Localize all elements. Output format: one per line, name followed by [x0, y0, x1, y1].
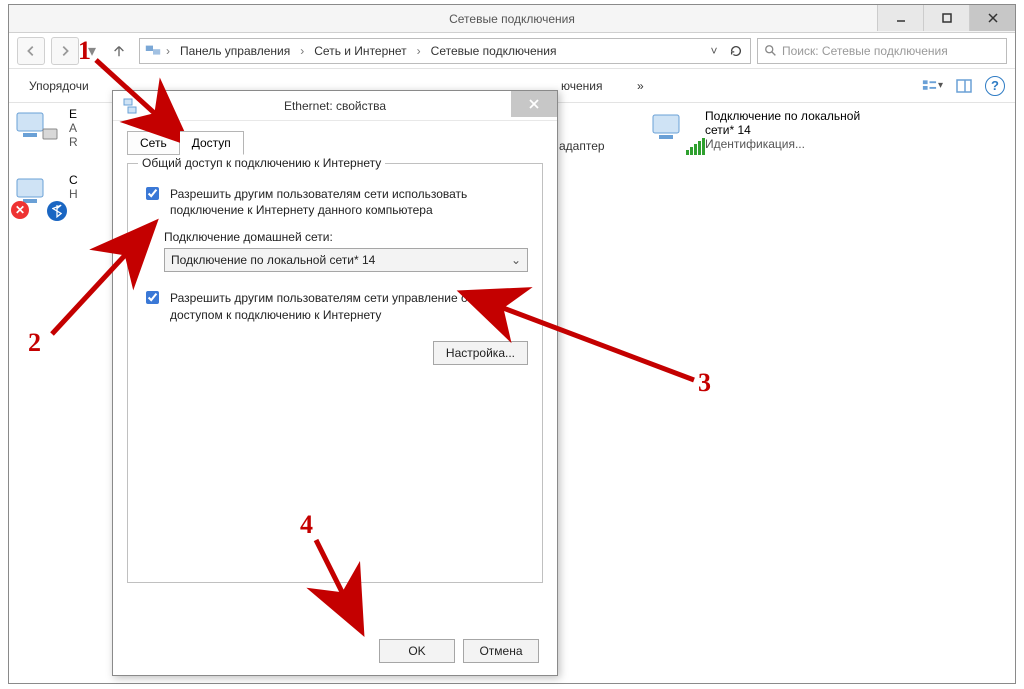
ics-group-legend: Общий доступ к подключению к Интернету — [138, 156, 385, 170]
dialog-tabs: Сеть Доступ — [127, 131, 543, 155]
annotation-number-3: 3 — [698, 368, 711, 398]
breadcrumb-network-connections[interactable]: Сетевые подключения — [425, 44, 563, 58]
allow-control-checkbox[interactable] — [146, 291, 159, 304]
bt-sub-fragment: Н — [69, 187, 78, 201]
breadcrumb-sep-icon: › — [300, 44, 304, 58]
allow-share-checkbox-row[interactable]: Разрешить другим пользователям сети испо… — [142, 186, 528, 218]
breadcrumb-sep-icon: › — [417, 44, 421, 58]
view-options-button[interactable]: ▾ — [921, 75, 943, 97]
bluetooth-connection-icon: ✕ — [13, 173, 61, 213]
wifi-connection-icon — [649, 109, 697, 149]
dialog-title: Ethernet: свойства — [284, 99, 386, 113]
ics-groupbox: Общий доступ к подключению к Интернету Р… — [127, 163, 543, 583]
bt-name-fragment: С — [69, 173, 78, 187]
dialog-titlebar: Ethernet: свойства — [113, 91, 557, 121]
dialog-app-icon — [121, 97, 139, 115]
ethernet-sub1-fragment: А — [69, 121, 78, 135]
allow-share-checkbox[interactable] — [146, 187, 159, 200]
nav-up-button[interactable] — [105, 37, 133, 65]
cancel-button[interactable]: Отмена — [463, 639, 539, 663]
window-controls — [877, 5, 1015, 31]
dialog-footer: OK Отмена — [379, 639, 539, 663]
toolbar-text-behind: ючения — [561, 79, 603, 93]
ethernet-properties-dialog: Ethernet: свойства Сеть Доступ Общий дос… — [112, 90, 558, 676]
chevron-down-icon: ⌄ — [511, 253, 521, 267]
breadcrumb-control-panel[interactable]: Панель управления — [174, 44, 296, 58]
annotation-number-4: 4 — [300, 510, 313, 540]
breadcrumb-network-internet[interactable]: Сеть и Интернет — [308, 44, 412, 58]
search-input[interactable]: Поиск: Сетевые подключения — [757, 38, 1007, 64]
toolbar-chevrons[interactable]: » — [637, 79, 644, 93]
allow-control-label: Разрешить другим пользователям сети упра… — [170, 290, 528, 322]
network-icon — [144, 42, 162, 60]
titlebar: Сетевые подключения — [9, 5, 1015, 33]
help-button[interactable]: ? — [985, 76, 1005, 96]
maximize-button[interactable] — [923, 5, 969, 31]
refresh-button[interactable] — [726, 41, 746, 61]
settings-button[interactable]: Настройка... — [433, 341, 528, 365]
ethernet-sub2-fragment: R — [69, 135, 78, 149]
dialog-close-button[interactable] — [511, 91, 557, 117]
local14-name-line1: Подключение по локальной — [705, 109, 860, 123]
toolbar-organize[interactable]: Упорядочи — [19, 75, 99, 97]
home-network-combo[interactable]: Подключение по локальной сети* 14 ⌄ — [164, 248, 528, 272]
connection-item-local14[interactable]: Подключение по локальной сети* 14 Иденти… — [649, 109, 929, 151]
ethernet-name-fragment: E — [69, 107, 78, 121]
search-placeholder: Поиск: Сетевые подключения — [782, 44, 948, 58]
ethernet-icon — [13, 107, 61, 147]
annotation-number-1: 1 — [78, 36, 91, 66]
breadcrumb-sep-icon: › — [166, 44, 170, 58]
signal-icon — [686, 138, 705, 155]
nav-back-button[interactable] — [17, 37, 45, 65]
annotation-number-2: 2 — [28, 328, 41, 358]
ok-button[interactable]: OK — [379, 639, 455, 663]
tab-access[interactable]: Доступ — [180, 131, 244, 155]
local14-status: Идентификация... — [705, 137, 860, 151]
allow-control-checkbox-row[interactable]: Разрешить другим пользователям сети упра… — [142, 290, 528, 322]
tab-network[interactable]: Сеть — [127, 131, 180, 155]
window-title: Сетевые подключения — [449, 12, 575, 26]
search-icon — [764, 44, 778, 58]
home-network-combo-value: Подключение по локальной сети* 14 — [171, 253, 375, 267]
allow-share-label: Разрешить другим пользователям сети испо… — [170, 186, 528, 218]
home-network-label: Подключение домашней сети: — [164, 230, 528, 244]
nav-forward-button[interactable] — [51, 37, 79, 65]
address-bar[interactable]: › Панель управления › Сеть и Интернет › … — [139, 38, 751, 64]
nav-bar: ▾ › Панель управления › Сеть и Интернет … — [9, 33, 1015, 69]
address-dropdown-button[interactable]: ˅ — [704, 41, 724, 61]
preview-pane-button[interactable] — [953, 75, 975, 97]
bluetooth-icon — [47, 201, 67, 221]
local14-name-line2: сети* 14 — [705, 123, 860, 137]
close-button[interactable] — [969, 5, 1015, 31]
disabled-x-icon: ✕ — [11, 201, 29, 219]
middle-adapter-fragment: адаптер — [559, 139, 605, 153]
minimize-button[interactable] — [877, 5, 923, 31]
